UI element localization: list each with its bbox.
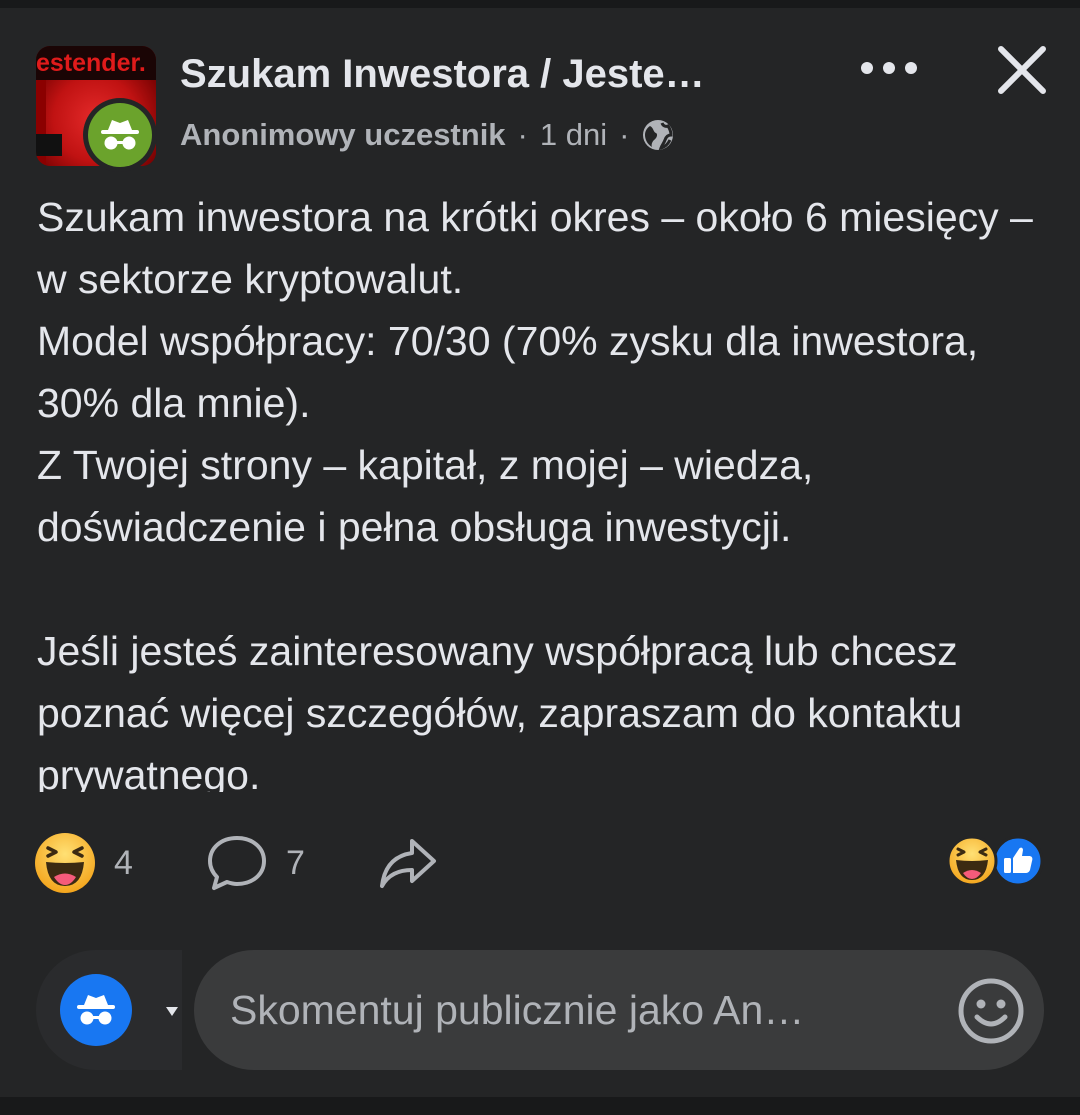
smiley-icon bbox=[958, 978, 1024, 1044]
close-button[interactable] bbox=[990, 38, 1054, 102]
author-name[interactable]: Anonimowy uczestnik bbox=[180, 117, 506, 153]
reaction-count: 4 bbox=[114, 843, 133, 882]
incognito-icon bbox=[77, 995, 115, 1025]
comment-count: 7 bbox=[286, 843, 305, 882]
bottom-edge bbox=[0, 1097, 1080, 1115]
meta-separator: · bbox=[517, 117, 528, 152]
emoji-button[interactable] bbox=[956, 976, 1026, 1046]
haha-icon bbox=[946, 835, 998, 887]
more-options-button[interactable] bbox=[856, 48, 922, 88]
comment-input[interactable]: Skomentuj publicznie jako An… bbox=[194, 950, 1044, 1070]
group-avatar-tag bbox=[36, 134, 62, 156]
comment-icon bbox=[208, 836, 266, 890]
caret-down-icon[interactable] bbox=[164, 1003, 180, 1019]
reactions-button[interactable]: 4 bbox=[34, 832, 133, 894]
share-icon bbox=[380, 839, 436, 888]
meta-separator: · bbox=[619, 117, 630, 152]
haha-icon bbox=[35, 833, 95, 893]
group-avatar-logo-text: estender. bbox=[36, 46, 156, 80]
incognito-icon bbox=[88, 103, 152, 167]
composer-avatar[interactable] bbox=[60, 974, 132, 1046]
share-button[interactable] bbox=[378, 832, 440, 894]
post-time[interactable]: 1 dni bbox=[540, 117, 607, 153]
top-edge bbox=[0, 0, 1080, 8]
globe-icon bbox=[641, 118, 675, 152]
post-text: Szukam inwestora na krótki okres – około… bbox=[37, 194, 1033, 792]
anonymous-avatar[interactable] bbox=[83, 98, 157, 172]
like-icon bbox=[992, 835, 1044, 887]
reaction-summary[interactable] bbox=[946, 835, 1046, 887]
comment-placeholder: Skomentuj publicznie jako An… bbox=[230, 987, 805, 1033]
close-icon bbox=[998, 46, 1046, 94]
more-dots-icon bbox=[861, 62, 917, 74]
comment-button[interactable]: 7 bbox=[206, 832, 305, 894]
post-meta: Anonimowy uczestnik · 1 dni · bbox=[180, 112, 675, 158]
group-title[interactable]: Szukam Inwestora / Jeste… bbox=[180, 48, 800, 100]
